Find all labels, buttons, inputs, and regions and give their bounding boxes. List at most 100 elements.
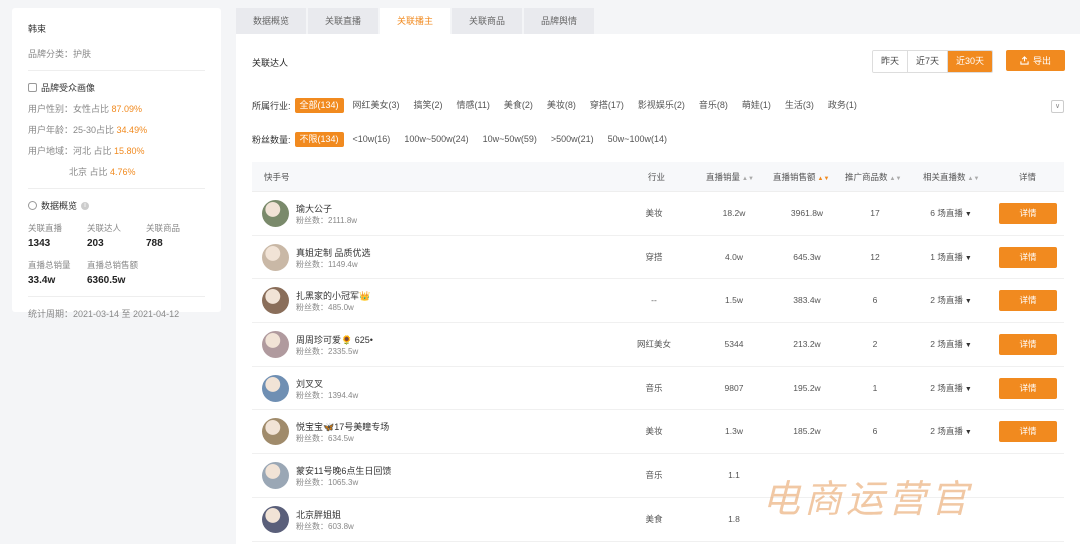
- creator-industry: 美妆: [645, 426, 663, 437]
- live-count-dropdown[interactable]: 2 场直播 ▼: [916, 410, 986, 453]
- live-count-dropdown[interactable]: 2 场直播 ▼: [916, 323, 986, 366]
- detail-button[interactable]: 详情: [999, 203, 1057, 224]
- stat-label: 关联达人: [87, 223, 122, 233]
- creator-fans: 粉丝数：603.8w: [296, 521, 354, 531]
- portrait-value: 87.09%: [111, 104, 143, 114]
- avatar[interactable]: [262, 331, 289, 359]
- detail-button[interactable]: 详情: [999, 421, 1057, 443]
- live-sales: 1.3w: [725, 426, 743, 437]
- live-count: 6 场直播: [930, 208, 963, 218]
- creator-name[interactable]: 北京胖姐姐: [296, 508, 341, 521]
- stat-label: 直播总销售额: [87, 260, 139, 270]
- fans-chip[interactable]: 50w~100w(14): [603, 132, 672, 147]
- range-30-days[interactable]: 近30天: [948, 51, 993, 72]
- creator-fans: 粉丝数：634.5w: [296, 434, 354, 444]
- fans-chip[interactable]: 不限(134): [294, 132, 344, 147]
- industry-filter: 所属行业: 全部(134) 网红美女(3) 搞笑(2) 情感(11) 美食(2)…: [252, 98, 866, 113]
- live-count-dropdown[interactable]: 6 场直播 ▼: [916, 192, 986, 235]
- industry-chip[interactable]: 穿搭(17): [585, 98, 629, 113]
- caret-down-icon: ▼: [964, 429, 972, 437]
- industry-chip[interactable]: 政务(1): [823, 98, 862, 113]
- divider: [28, 296, 205, 297]
- avatar[interactable]: [262, 200, 289, 227]
- live-revenue: 195.2w: [793, 382, 821, 393]
- tab-overview[interactable]: 数据概览: [236, 8, 306, 34]
- sort-icon: ▲▼: [967, 176, 980, 182]
- creator-name[interactable]: 刘叉叉: [296, 377, 323, 390]
- portrait-section-title: 品牌受众画像: [28, 81, 205, 94]
- sort-desc-icon: ▲▼: [817, 176, 830, 182]
- creator-name[interactable]: 蒙安11号晚6点生日回馈: [296, 464, 391, 477]
- industry-chip[interactable]: 美食(2): [499, 98, 538, 113]
- industry-chip[interactable]: 影视娱乐(2): [633, 98, 690, 113]
- creator-name[interactable]: 扎黑家的小冠军👑: [296, 289, 370, 302]
- range-7-days[interactable]: 近7天: [908, 51, 949, 72]
- industry-chip[interactable]: 全部(134): [294, 98, 344, 113]
- detail-button[interactable]: 详情: [999, 377, 1057, 399]
- tab-related-goods[interactable]: 关联商品: [452, 8, 522, 34]
- detail-button[interactable]: 详情: [999, 334, 1057, 356]
- creator-industry: 音乐: [645, 470, 663, 481]
- tab-related-lives[interactable]: 关联直播: [308, 8, 378, 34]
- creator-name[interactable]: 悦宝宝🦋17号美瞳专场: [296, 420, 389, 433]
- table-row: 扎黑家的小冠军👑 粉丝数：485.0w -- 1.5w 383.4w 6 2 场直播 ▼ 详情: [252, 279, 1064, 324]
- creator-name[interactable]: 真姐定制 品质优选: [296, 246, 371, 259]
- industry-chip[interactable]: 情感(11): [452, 98, 495, 113]
- avatar[interactable]: [262, 374, 289, 402]
- industry-chip[interactable]: 音乐(8): [694, 98, 733, 113]
- export-button[interactable]: 导出: [1006, 50, 1065, 71]
- detail-button[interactable]: 详情: [999, 290, 1057, 312]
- range-yesterday[interactable]: 昨天: [873, 51, 909, 72]
- creator-fans: 粉丝数：1065.3w: [296, 478, 359, 488]
- stat-period: 统计周期：2021-03-14 至 2021-04-12: [28, 309, 180, 319]
- industry-chip[interactable]: 生活(3): [780, 98, 819, 113]
- stat-related-goods: 关联商品 788: [146, 222, 205, 249]
- industry-chip[interactable]: 搞笑(2): [409, 98, 448, 113]
- col-account: 快手号: [264, 172, 290, 182]
- industry-chip[interactable]: 萌娃(1): [737, 98, 776, 113]
- stat-value: 6360.5w: [87, 275, 126, 286]
- industry-chip[interactable]: 美妆(8): [542, 98, 581, 113]
- col-live-count[interactable]: 相关直播数 ▲▼: [923, 162, 979, 192]
- overview-stats: 关联直播 1343 关联达人 203 关联商品 788 直播总销量 33.4w 直播总销…: [28, 222, 205, 286]
- stat-value: 203: [87, 238, 104, 249]
- creator-industry: 穿搭: [645, 251, 663, 262]
- industry-filter-label: 所属行业:: [252, 101, 291, 111]
- avatar[interactable]: [262, 418, 289, 446]
- tab-related-creators[interactable]: 关联播主: [380, 8, 450, 34]
- live-count-dropdown[interactable]: 2 场直播 ▼: [916, 279, 986, 322]
- avatar[interactable]: [262, 462, 289, 490]
- col-live-revenue[interactable]: 直播销售额 ▲▼: [773, 162, 829, 192]
- creator-name[interactable]: 瑜大公子: [296, 202, 332, 215]
- expand-filter-toggle[interactable]: ∨: [1051, 100, 1064, 113]
- fans-chip[interactable]: <10w(16): [348, 132, 396, 147]
- creator-industry: 美妆: [645, 208, 663, 218]
- caret-down-icon: ▼: [964, 385, 972, 393]
- creator-industry: 音乐: [645, 382, 663, 393]
- portrait-label: 用户年龄：25-30占比: [28, 125, 115, 135]
- fans-chip[interactable]: 100w~500w(24): [399, 132, 473, 147]
- fans-chip[interactable]: >500w(21): [546, 132, 599, 147]
- col-label: 直播销售额: [773, 172, 816, 182]
- col-goods-count[interactable]: 推广商品数 ▲▼: [845, 162, 901, 192]
- tab-brand-opinion[interactable]: 品牌舆情: [524, 8, 594, 34]
- creator-name[interactable]: 周周珍可爱🌻 625•: [296, 333, 373, 346]
- col-live-sales[interactable]: 直播销量 ▲▼: [706, 162, 754, 192]
- stat-related-creators: 关联达人 203: [87, 222, 146, 249]
- industry-chip[interactable]: 网红美女(3): [348, 98, 405, 113]
- chevron-down-icon: ∨: [1054, 103, 1061, 110]
- live-count-dropdown[interactable]: 2 场直播 ▼: [916, 367, 986, 410]
- avatar[interactable]: [262, 287, 289, 315]
- info-icon[interactable]: i: [81, 201, 90, 210]
- live-revenue: 3961.8w: [790, 208, 824, 218]
- creator-fans: 粉丝数：1394.4w: [296, 390, 359, 400]
- detail-button[interactable]: 详情: [999, 246, 1057, 268]
- live-count-dropdown[interactable]: 1 场直播 ▼: [916, 236, 986, 279]
- portrait-label: 用户性别：女性占比: [28, 104, 110, 114]
- portrait-gender: 用户性别：女性占比 87.09%: [28, 102, 205, 115]
- live-revenue: 213.2w: [793, 339, 821, 350]
- avatar[interactable]: [262, 243, 289, 271]
- fans-chip[interactable]: 10w~50w(59): [478, 132, 542, 147]
- creator-industry: --: [651, 295, 657, 306]
- avatar[interactable]: [262, 505, 289, 533]
